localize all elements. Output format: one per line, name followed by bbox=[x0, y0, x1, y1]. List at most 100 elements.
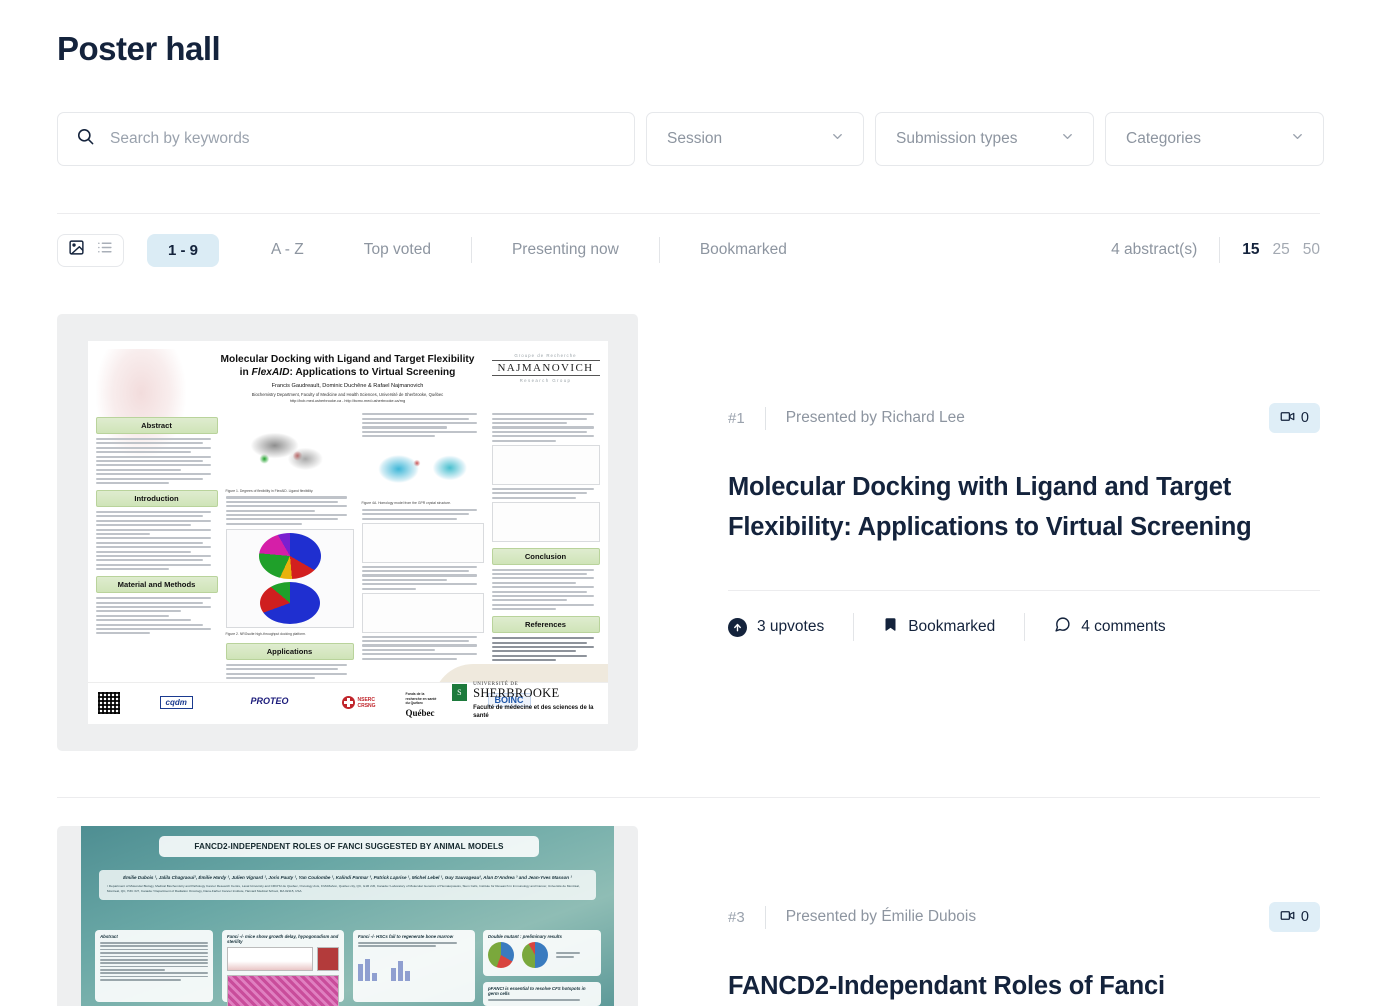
university-faculty-label: Faculté de médecine et des sciences de l… bbox=[473, 704, 594, 719]
bookmark-icon bbox=[883, 616, 898, 638]
proteo-logo: PROTEO bbox=[250, 696, 289, 706]
poster-title-line1: Molecular Docking with Ligand and Target… bbox=[220, 354, 475, 365]
per-page-50[interactable]: 50 bbox=[1303, 241, 1320, 259]
poster-artwork: FANCD2-INDEPENDENT ROLES OF FANCI SUGGES… bbox=[81, 826, 614, 1006]
poster-column-2: Figure 1. Degrees of flexibility in Flex… bbox=[225, 411, 354, 724]
video-count-badge[interactable]: 0 bbox=[1268, 403, 1320, 433]
abstract-details: #1 Presented by Richard Lee 0 Molecular … bbox=[638, 314, 1320, 642]
range-indicator[interactable]: 1 - 9 bbox=[147, 233, 220, 267]
per-page-25[interactable]: 25 bbox=[1273, 241, 1290, 259]
toolbar-divider bbox=[658, 237, 660, 263]
poster-authors: Francis Gaudreault, Dominic Duchêne & Ra… bbox=[271, 383, 424, 390]
filter-bar: Session Submission types Categories bbox=[57, 112, 1324, 166]
university-logo: S UNIVERSITÉ DE SHERBROOKE Faculté de mé… bbox=[451, 682, 600, 720]
poster-column-3: Figure 4A. Homology model from the GPR c… bbox=[361, 411, 484, 662]
poster-column-4: Conclusion References bbox=[491, 411, 600, 664]
comment-bubble-icon bbox=[1054, 616, 1071, 638]
abstract-meta: #1 Presented by Richard Lee 0 bbox=[728, 403, 1320, 433]
poster-mini-figure bbox=[491, 444, 600, 485]
poster-title-line2-post: : Applications to Virtual Screening bbox=[289, 367, 456, 379]
image-icon[interactable] bbox=[68, 239, 85, 261]
poster-lab-logo-bottom: Research Group bbox=[519, 378, 572, 383]
poster-lab-logo: Groupe de Recherche NAJMANOVICH Research… bbox=[491, 353, 600, 383]
poster-protein-figure bbox=[225, 413, 354, 487]
abstract-rank: #1 bbox=[728, 409, 745, 427]
poster-footer: cqdm PROTEO NSERC CRSNG Fonds de la recher… bbox=[87, 682, 608, 724]
poster-panel-hscs: Fanci -/- HSCs fail to regenerate bone m… bbox=[353, 930, 475, 1002]
poster-panel-heading: pFANCI is essential to resolve CFS hotsp… bbox=[488, 986, 586, 996]
poster-section-references: References bbox=[491, 616, 600, 634]
abstract-title[interactable]: FANCD2-Independant Roles of Fanci bbox=[728, 967, 1288, 1007]
stats-divider-line bbox=[853, 613, 855, 642]
sort-az[interactable]: A - Z bbox=[271, 241, 304, 259]
poster-title: Molecular Docking with Ligand and Target… bbox=[208, 353, 488, 379]
poster-panel-growth: Fanci -/- mice show growth delay, hypogo… bbox=[222, 930, 344, 1006]
poster-section-applications: Applications bbox=[225, 642, 354, 660]
abstract-title[interactable]: Molecular Docking with Ligand and Target… bbox=[728, 468, 1288, 547]
abstract-presenter: Presented by Richard Lee bbox=[785, 409, 965, 426]
upvotes-label: 3 upvotes bbox=[757, 618, 825, 636]
poster-panel-heading: Abstract bbox=[100, 934, 118, 939]
poster-url: http://bcb.med.usherbrooke.ca - http://b… bbox=[289, 399, 406, 404]
poster-title: FANCD2-INDEPENDENT ROLES OF FANCI SUGGES… bbox=[159, 836, 539, 857]
chevron-down-icon bbox=[1290, 129, 1305, 149]
meta-divider bbox=[764, 905, 766, 929]
meta-divider bbox=[764, 406, 766, 430]
session-filter-dropdown[interactable]: Session bbox=[646, 112, 864, 166]
comments-button[interactable]: 4 comments bbox=[1054, 616, 1166, 638]
poster-mini-figure bbox=[361, 592, 484, 633]
qr-code-icon bbox=[97, 692, 120, 714]
poster-pie-figure bbox=[225, 528, 354, 628]
stats-divider-line bbox=[1024, 613, 1026, 642]
list-icon[interactable] bbox=[96, 239, 113, 261]
poster-title-emphasis: FlexAID bbox=[251, 367, 290, 379]
poster-panel-heading: Fanci -/- HSCs fail to regenerate bone m… bbox=[358, 934, 454, 939]
categories-filter-label: Categories bbox=[1126, 130, 1201, 147]
stats-divider bbox=[728, 590, 1320, 592]
toolbar-divider bbox=[1219, 237, 1221, 263]
search-input[interactable] bbox=[108, 129, 616, 149]
poster-panel-pfanci: pFANCI is essential to resolve CFS hotsp… bbox=[483, 982, 601, 1006]
abstract-count: 4 abstract(s) bbox=[1111, 241, 1198, 258]
poster-author-block: Émilie Dubois ¹, Jalila Chagraoui², Émil… bbox=[99, 870, 596, 900]
per-page-15[interactable]: 15 bbox=[1242, 241, 1259, 259]
poster-panel-heading: Fanci -/- mice show growth delay, hypogo… bbox=[227, 934, 339, 944]
filter-presenting-now[interactable]: Presenting now bbox=[512, 241, 619, 259]
cqdm-logo: cqdm bbox=[159, 696, 193, 709]
video-count-value: 0 bbox=[1300, 410, 1309, 426]
view-mode-toggle[interactable] bbox=[57, 233, 124, 267]
poster-thumbnail[interactable]: FANCD2-INDEPENDENT ROLES OF FANCI SUGGES… bbox=[57, 826, 638, 1006]
sort-top-voted[interactable]: Top voted bbox=[364, 241, 431, 259]
video-count-badge[interactable]: 0 bbox=[1268, 902, 1320, 932]
poster-authors: Émilie Dubois ¹, Jalila Chagraoui², Émil… bbox=[123, 875, 572, 880]
nserc-logo: NSERC CRSNG bbox=[341, 696, 376, 709]
upvotes-button[interactable]: 3 upvotes bbox=[728, 617, 825, 637]
filter-bookmarked[interactable]: Bookmarked bbox=[700, 241, 787, 259]
poster-hall-page: Poster hall Session Submission types bbox=[0, 0, 1377, 1007]
poster-molecule-figure-a bbox=[361, 440, 484, 499]
abstract-presenter: Presented by Émilie Dubois bbox=[785, 908, 977, 925]
bookmark-button[interactable]: Bookmarked bbox=[883, 616, 995, 638]
poster-affiliation: Biochemistry Department, Faculty of Medi… bbox=[251, 392, 444, 398]
search-field-wrapper[interactable] bbox=[57, 112, 635, 166]
poster-column-1: Abstract Introduction Material and Metho… bbox=[95, 411, 218, 637]
abstract-list-item: Molecular Docking with Ligand and Target… bbox=[57, 286, 1320, 751]
poster-affiliations: ¹ Department of Molecular Biology, Medic… bbox=[107, 884, 580, 894]
poster-mini-figure bbox=[361, 522, 484, 563]
submission-types-filter-label: Submission types bbox=[896, 130, 1018, 147]
poster-panel-abstract: Abstract bbox=[95, 930, 213, 1002]
toolbar-divider bbox=[470, 237, 472, 263]
poster-panel-double-mutant: Double mutant : preliminary results bbox=[483, 930, 601, 976]
abstract-meta: #3 Presented by Émilie Dubois 0 bbox=[728, 902, 1320, 932]
poster-thumbnail[interactable]: Molecular Docking with Ligand and Target… bbox=[57, 314, 638, 751]
poster-mini-figure bbox=[491, 501, 600, 542]
poster-lab-logo-main: NAJMANOVICH bbox=[491, 360, 600, 376]
poster-lab-logo-top: Groupe de Recherche bbox=[514, 353, 577, 358]
bookmark-label: Bookmarked bbox=[908, 618, 996, 636]
chevron-down-icon bbox=[830, 129, 845, 149]
video-camera-icon bbox=[1280, 908, 1295, 927]
categories-filter-dropdown[interactable]: Categories bbox=[1105, 112, 1324, 166]
page-title: Poster hall bbox=[57, 30, 221, 67]
video-camera-icon bbox=[1280, 409, 1295, 428]
submission-types-filter-dropdown[interactable]: Submission types bbox=[875, 112, 1094, 166]
